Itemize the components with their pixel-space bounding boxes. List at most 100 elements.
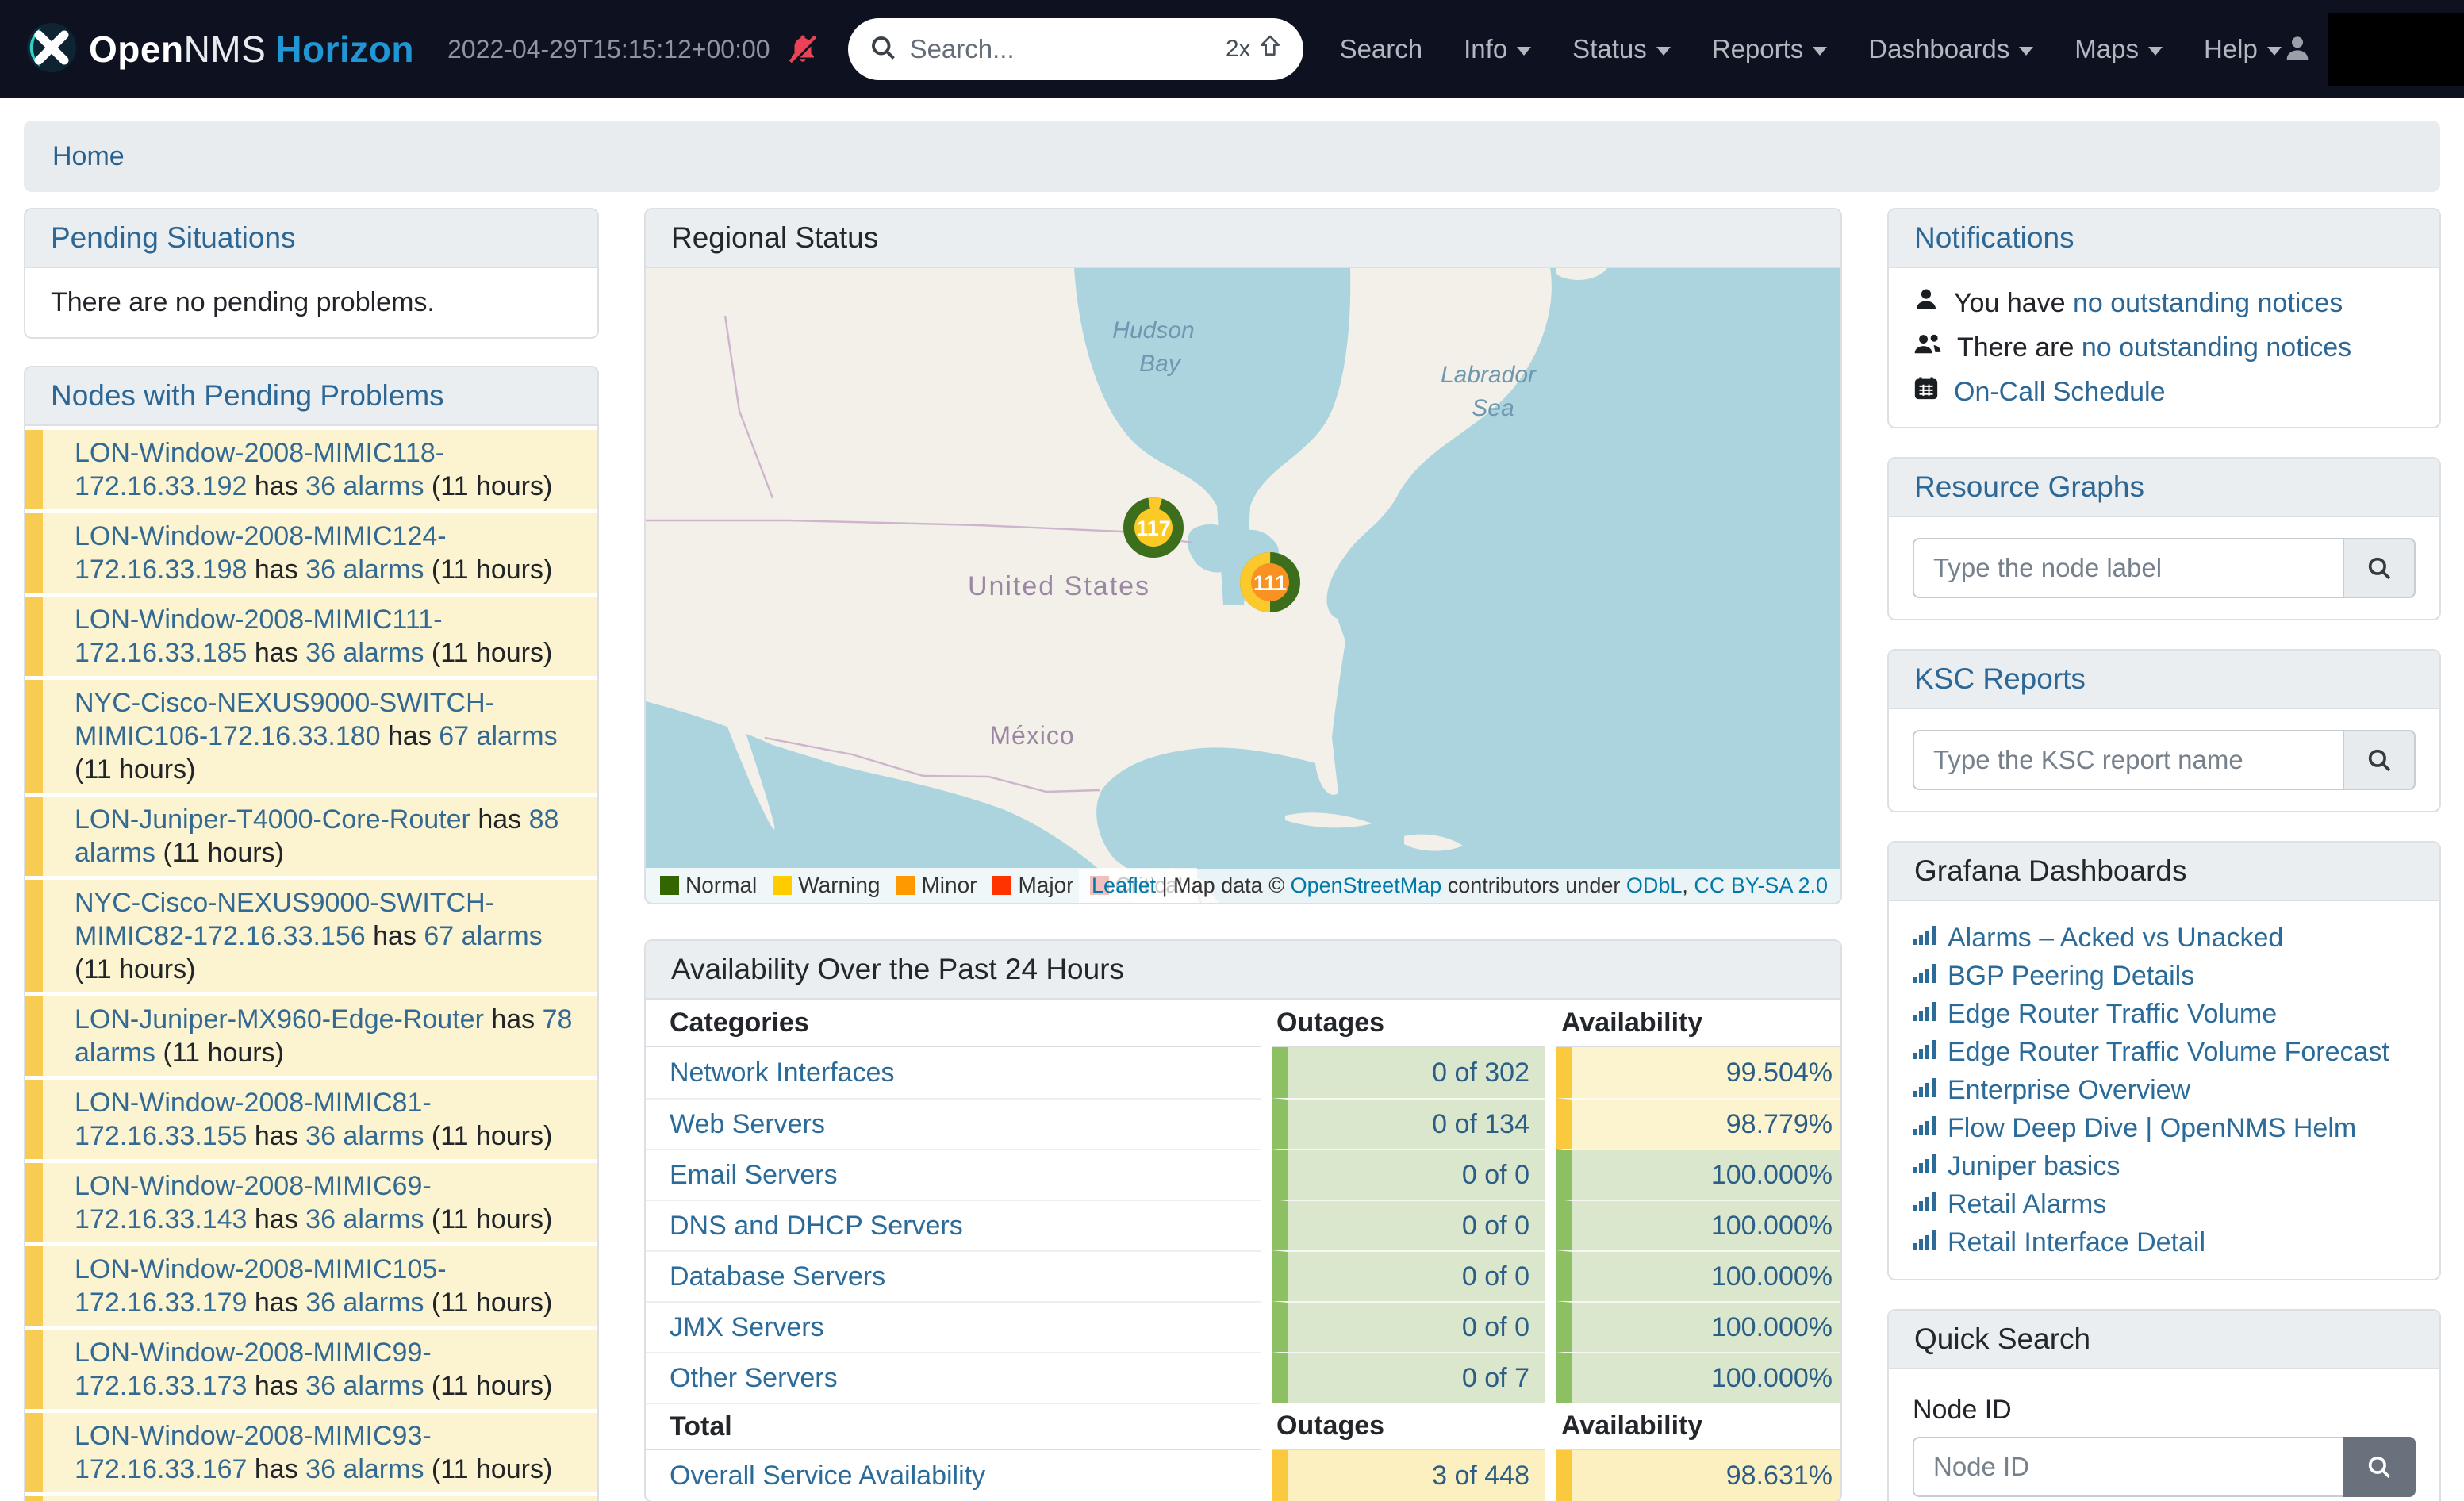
- grafana-link[interactable]: Flow Deep Dive | OpenNMS Helm: [1948, 1111, 2356, 1145]
- overall-availability-link[interactable]: Overall Service Availability: [670, 1461, 985, 1491]
- resource-graphs-title[interactable]: Resource Graphs: [1914, 470, 2144, 504]
- search-input[interactable]: [910, 34, 1213, 64]
- category-link[interactable]: Database Servers: [670, 1261, 885, 1292]
- category-link[interactable]: Network Interfaces: [670, 1058, 894, 1088]
- ccbysa-link[interactable]: CC BY-SA 2.0: [1694, 873, 1828, 897]
- grafana-link[interactable]: Retail Alarms: [1948, 1188, 2106, 1221]
- bar-chart-icon: [1913, 959, 1936, 992]
- ksc-reports-title[interactable]: KSC Reports: [1914, 662, 2086, 696]
- duration-label: (11 hours): [424, 1288, 552, 1318]
- node-id-label: Node ID: [1913, 1395, 2416, 1426]
- notifications-panel: Notifications You have no outstanding no…: [1887, 208, 2441, 428]
- alarms-link[interactable]: 67 alarms: [439, 721, 557, 751]
- svg-text:117: 117: [1136, 516, 1171, 540]
- map-cluster-marker-117[interactable]: 117: [1126, 500, 1181, 555]
- all-notices-link[interactable]: no outstanding notices: [2082, 332, 2351, 363]
- node-problem-row: LON-Window-2008-MIMIC99-172.16.33.173 ha…: [25, 1330, 597, 1409]
- ksc-report-search-input[interactable]: [1913, 730, 2343, 790]
- node-link[interactable]: LON-Juniper-T4000-Core-Router: [75, 804, 470, 835]
- duration-label: (11 hours): [424, 471, 552, 501]
- map-attribution: Leaflet | Map data © OpenStreetMap contr…: [1079, 869, 1840, 903]
- duration-label: (11 hours): [155, 838, 284, 868]
- nav-item-info[interactable]: Info: [1464, 34, 1531, 64]
- map-cluster-marker-111[interactable]: 111: [1246, 559, 1294, 606]
- notification-item: You have no outstanding notices: [1913, 281, 2416, 325]
- availability-cell: 100.000%: [1556, 1200, 1842, 1250]
- legend-item-minor: Minor: [896, 873, 977, 898]
- availability-title: Availability Over the Past 24 Hours: [671, 953, 1124, 986]
- brand-nms: NMS: [184, 29, 267, 70]
- chevron-down-icon: [1656, 47, 1671, 56]
- leaflet-link[interactable]: Leaflet: [1092, 873, 1156, 897]
- my-notices-link[interactable]: no outstanding notices: [2073, 288, 2343, 318]
- nav-item-status[interactable]: Status: [1572, 34, 1671, 64]
- resource-graphs-search-input[interactable]: [1913, 538, 2343, 598]
- grafana-dashboard-item: Retail Interface Detail: [1913, 1223, 2416, 1261]
- bar-chart-icon: [1913, 1035, 1936, 1069]
- brand[interactable]: OpenNMSHorizon: [27, 23, 414, 76]
- redacted-username[interactable]: [2328, 13, 2464, 86]
- nav-item-help[interactable]: Help: [2204, 34, 2282, 64]
- alarms-link[interactable]: 36 alarms: [305, 1454, 424, 1484]
- outages-cell: 0 of 0: [1272, 1301, 1545, 1352]
- category-link[interactable]: JMX Servers: [670, 1312, 824, 1343]
- grafana-dashboard-item: BGP Peering Details: [1913, 957, 2416, 995]
- users-icon: [1913, 330, 1943, 365]
- node-id-input[interactable]: [1913, 1437, 2343, 1497]
- grafana-dashboard-item: Enterprise Overview: [1913, 1071, 2416, 1109]
- regional-status-title: Regional Status: [671, 221, 878, 255]
- osm-link[interactable]: OpenStreetMap: [1291, 873, 1442, 897]
- resource-graphs-search-button[interactable]: [2343, 538, 2416, 598]
- availability-cell: 98.631%: [1556, 1450, 1842, 1501]
- category-link[interactable]: DNS and DHCP Servers: [670, 1211, 963, 1242]
- quick-search-title: Quick Search: [1914, 1322, 2090, 1356]
- node-problem-row: LON-Window-2008-MIMIC69-172.16.33.143 ha…: [25, 1163, 597, 1242]
- nav-item-reports[interactable]: Reports: [1712, 34, 1828, 64]
- alarms-link[interactable]: 67 alarms: [424, 921, 542, 951]
- regional-status-map[interactable]: Hudson Bay Labrador Sea United States Mé…: [646, 268, 1840, 903]
- alarms-link[interactable]: 36 alarms: [305, 1121, 424, 1151]
- alarms-link[interactable]: 36 alarms: [305, 1288, 424, 1318]
- category-cell: JMX Servers: [646, 1301, 1261, 1352]
- notifications-title[interactable]: Notifications: [1914, 221, 2074, 255]
- grafana-link[interactable]: Edge Router Traffic Volume: [1948, 997, 2277, 1031]
- bar-chart-icon: [1913, 1188, 1936, 1221]
- grafana-link[interactable]: Alarms – Acked vs Unacked: [1948, 921, 2283, 954]
- breadcrumb-home-link[interactable]: Home: [52, 141, 125, 172]
- grafana-link[interactable]: Edge Router Traffic Volume Forecast: [1948, 1035, 2389, 1069]
- chevron-down-icon: [1517, 47, 1531, 56]
- alarms-link[interactable]: 36 alarms: [305, 471, 424, 501]
- minor-swatch-icon: [896, 876, 915, 895]
- ksc-report-search-button[interactable]: [2343, 730, 2416, 790]
- nav-item-dashboards[interactable]: Dashboards: [1868, 34, 2033, 64]
- outages-cell: 0 of 302: [1272, 1047, 1545, 1098]
- global-search[interactable]: 2x: [848, 18, 1303, 80]
- server-timestamp: 2022-04-29T15:15:12+00:00: [447, 35, 770, 64]
- category-link[interactable]: Other Servers: [670, 1363, 838, 1394]
- node-id-search-button[interactable]: [2343, 1437, 2416, 1497]
- brand-open: Open: [89, 29, 184, 70]
- grafana-link[interactable]: Juniper basics: [1948, 1150, 2120, 1183]
- col-header-availability: Availability: [1556, 1000, 1842, 1047]
- node-link[interactable]: LON-Juniper-MX960-Edge-Router: [75, 1004, 484, 1035]
- notifications-off-bell-icon[interactable]: [786, 33, 819, 66]
- grafana-link[interactable]: BGP Peering Details: [1948, 959, 2194, 992]
- nav-item-search[interactable]: Search: [1340, 34, 1423, 64]
- pending-situations-title[interactable]: Pending Situations: [51, 221, 296, 255]
- category-link[interactable]: Email Servers: [670, 1160, 838, 1191]
- alarms-link[interactable]: 36 alarms: [305, 1371, 424, 1401]
- alarms-link[interactable]: 36 alarms: [305, 638, 424, 668]
- brand-product: Horizon: [275, 29, 414, 70]
- alarms-link[interactable]: 36 alarms: [305, 1204, 424, 1234]
- duration-label: (11 hours): [75, 954, 195, 985]
- grafana-link[interactable]: Enterprise Overview: [1948, 1073, 2190, 1107]
- category-link[interactable]: Web Servers: [670, 1109, 825, 1140]
- nodes-panel-title[interactable]: Nodes with Pending Problems: [51, 379, 444, 413]
- alarms-link[interactable]: 36 alarms: [305, 555, 424, 585]
- odbl-link[interactable]: ODbL: [1626, 873, 1683, 897]
- grafana-link[interactable]: Retail Interface Detail: [1948, 1226, 2205, 1259]
- map-label-mexico: México: [989, 721, 1074, 750]
- nav-item-maps[interactable]: Maps: [2074, 34, 2163, 64]
- svg-text:Sea: Sea: [1472, 395, 1514, 421]
- oncall-schedule-link[interactable]: On-Call Schedule: [1954, 377, 2165, 407]
